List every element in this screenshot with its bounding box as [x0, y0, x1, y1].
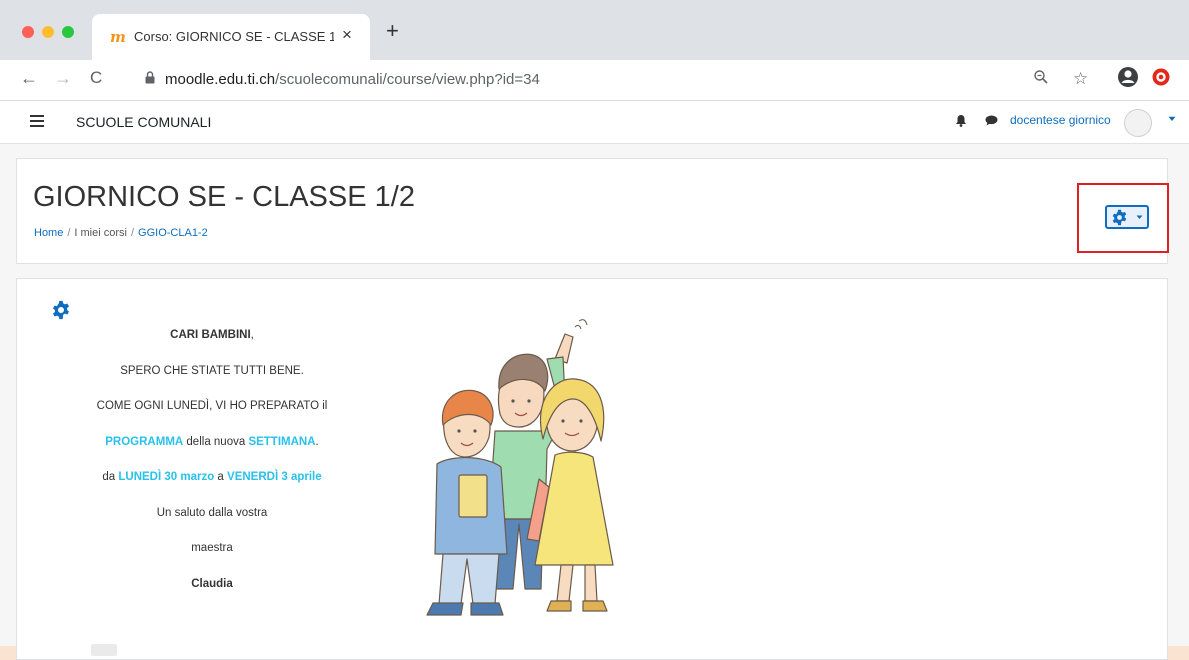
children-illustration — [426, 319, 614, 616]
user-menu-name[interactable]: docentese giornico — [1010, 113, 1111, 127]
chevron-down-icon — [1136, 215, 1143, 219]
window-minimize-button[interactable] — [42, 26, 54, 38]
site-name-link[interactable]: SCUOLE COMUNALI — [76, 114, 211, 130]
message-line: COME OGNI LUNEDÌ, VI HO PREPARATO il — [96, 400, 328, 412]
browser-toolbar: ← → C moodle.edu.ti.ch/scuolecomunali/co… — [0, 60, 1189, 101]
bell-icon[interactable] — [955, 114, 967, 127]
gear-icon — [1112, 209, 1127, 226]
highlight-settimana: SETTIMANA — [248, 435, 316, 448]
message-line: maestra — [191, 542, 233, 554]
message-text: CARI BAMBINI, SPERO CHE STIATE TUTTI BEN… — [67, 328, 357, 612]
moodle-page: SCUOLE COMUNALI docentese giornico GIORN… — [0, 101, 1189, 660]
message-line: Un saluto dalla vostra — [156, 506, 268, 519]
lock-icon — [145, 71, 155, 84]
user-avatar[interactable] — [1124, 109, 1152, 137]
extension-icon[interactable] — [1152, 68, 1170, 86]
reload-icon[interactable]: C — [90, 68, 102, 88]
new-tab-button[interactable]: + — [386, 18, 399, 44]
highlight-start-date: LUNEDÌ 30 marzo — [118, 471, 215, 483]
zoom-icon[interactable] — [1033, 69, 1049, 85]
chevron-down-icon[interactable] — [1168, 116, 1176, 122]
course-section: CARI BAMBINI, SPERO CHE STIATE TUTTI BEN… — [16, 278, 1168, 660]
page-title: GIORNICO SE - CLASSE 1/2 — [33, 181, 415, 213]
highlight-end-date: VENERDÌ 3 aprile — [227, 471, 322, 483]
chat-bubble-icon[interactable] — [985, 115, 998, 126]
window-maximize-button[interactable] — [62, 26, 74, 38]
breadcrumb-home[interactable]: Home — [34, 227, 63, 239]
message-signature: Claudia — [191, 577, 233, 590]
gear-icon[interactable] — [51, 300, 71, 320]
url-path: /scuolecomunali/course/view.php?id=34 — [275, 71, 540, 88]
url-host: moodle.edu.ti.ch — [165, 71, 276, 88]
highlight-programma: PROGRAMMA — [105, 435, 184, 448]
moodle-navbar: SCUOLE COMUNALI docentese giornico — [0, 101, 1189, 144]
browser-tab-bar: m Corso: GIORNICO SE - CLASSE 1/2 × + — [0, 0, 1189, 60]
address-bar[interactable]: moodle.edu.ti.ch/scuolecomunali/course/v… — [165, 71, 540, 88]
moodle-favicon-icon: m — [110, 28, 126, 46]
account-icon[interactable] — [1117, 66, 1139, 88]
tab-title: Corso: GIORNICO SE - CLASSE 1/2 — [134, 29, 334, 44]
message-line: da LUNEDÌ 30 marzo a VENERDÌ 3 aprile — [102, 471, 322, 483]
message-greeting: CARI BAMBINI, — [170, 329, 254, 341]
course-header: GIORNICO SE - CLASSE 1/2 Home / I miei cor… — [16, 158, 1168, 264]
browser-tab[interactable]: m Corso: GIORNICO SE - CLASSE 1/2 × — [92, 14, 370, 60]
breadcrumb-course[interactable]: GGIO-CLA1-2 — [138, 227, 208, 239]
message-line: SPERO CHE STIATE TUTTI BENE. — [120, 364, 304, 377]
window-close-button[interactable] — [22, 26, 34, 38]
bookmark-star-icon[interactable]: ☆ — [1073, 69, 1088, 89]
menu-hamburger-icon[interactable] — [30, 115, 44, 130]
back-arrow-icon[interactable]: ← — [20, 68, 38, 89]
annotation-highlight-box — [1077, 183, 1169, 253]
course-settings-button[interactable] — [1105, 205, 1149, 229]
breadcrumb-my-courses[interactable]: I miei corsi — [74, 227, 127, 239]
tab-close-icon[interactable]: × — [342, 25, 352, 45]
forward-arrow-icon[interactable]: → — [54, 68, 72, 89]
message-line: PROGRAMMA della nuova SETTIMANA. — [105, 435, 319, 448]
breadcrumb: Home / I miei corsi / GGIO-CLA1-2 — [34, 227, 208, 239]
